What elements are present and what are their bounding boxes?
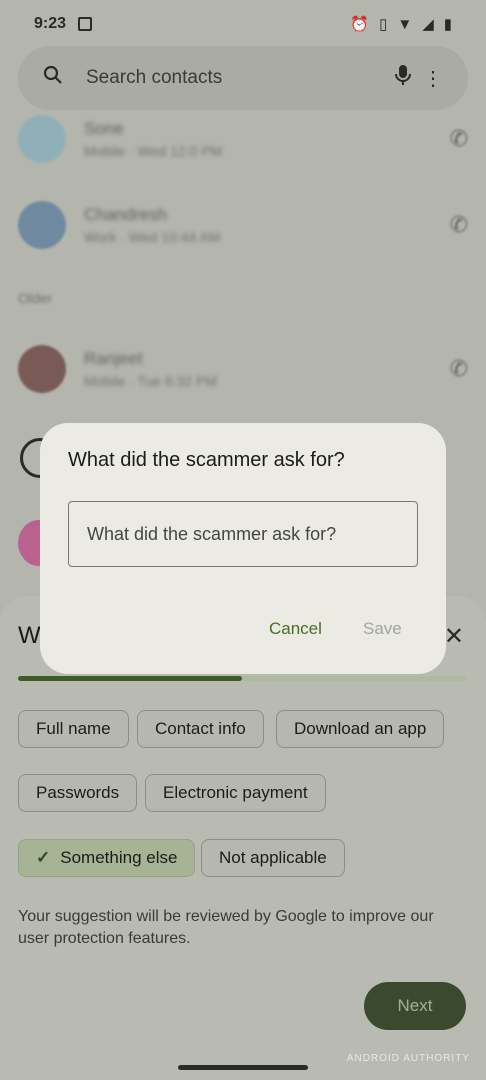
chip-label: Not applicable	[219, 848, 327, 867]
wifi-icon: ▼	[397, 15, 413, 33]
section-label: Older	[18, 290, 53, 306]
chip-passwords[interactable]: Passwords	[18, 774, 138, 812]
avatar	[18, 115, 66, 163]
list-item[interactable]: Chandresh Work · Wed 10:44 AM ✆	[0, 190, 486, 260]
save-button[interactable]: Save	[363, 619, 402, 639]
close-icon[interactable]: ✕	[444, 622, 464, 651]
battery-icon: ▮	[443, 16, 452, 33]
watermark: ANDROID AUTHORITY	[346, 1053, 470, 1064]
contact-name: Sone	[84, 119, 124, 138]
search-icon	[38, 65, 68, 91]
search-bar[interactable]: Search contacts ⋮	[18, 46, 468, 110]
more-vert-icon[interactable]: ⋮	[418, 66, 448, 91]
chip-label: Electronic payment	[163, 783, 308, 802]
chip-label: Full name	[36, 719, 111, 738]
progress-bar	[18, 676, 466, 681]
next-button[interactable]: Next	[364, 982, 466, 1030]
chip-contact-info[interactable]: Contact info	[137, 710, 264, 748]
sheet-title: W	[18, 622, 41, 649]
cancel-button[interactable]: Cancel	[269, 619, 322, 639]
disclaimer-text: Your suggestion will be reviewed by Goog…	[18, 908, 434, 947]
gesture-nav-handle[interactable]	[178, 1065, 308, 1070]
chip-label: Passwords	[36, 783, 120, 802]
check-icon: ✓	[36, 848, 51, 867]
contact-name: Ranjeet	[84, 349, 143, 368]
chip-download-app[interactable]: Download an app	[276, 710, 445, 748]
list-item[interactable]: Sone Mobile · Wed 12:0 PM ✆	[0, 104, 486, 174]
phone-icon[interactable]: ✆	[450, 126, 468, 152]
progress-fill	[18, 676, 242, 681]
scammer-request-dialog: What did the scammer ask for? Cancel Sav…	[40, 423, 446, 674]
status-bar: 9:23 ⏰ ▯ ▼ ◢ ▮	[0, 0, 486, 48]
status-icons: ⏰ ▯ ▼ ◢ ▮	[350, 15, 452, 34]
chip-label: Something else	[60, 848, 178, 867]
avatar	[18, 345, 66, 393]
contact-name: Chandresh	[84, 205, 168, 224]
chip-label: Contact info	[155, 719, 246, 738]
chip-something-else[interactable]: ✓ Something else	[18, 839, 196, 877]
dialog-title: What did the scammer ask for?	[68, 449, 345, 471]
gallery-icon	[78, 17, 93, 31]
mic-icon[interactable]	[388, 64, 418, 92]
signal-icon: ◢	[422, 16, 434, 33]
alarm-icon: ⏰	[350, 16, 370, 33]
chip-electronic-payment[interactable]: Electronic payment	[145, 774, 326, 812]
phone-icon[interactable]: ✆	[450, 356, 468, 382]
list-item[interactable]: Ranjeet Mobile · Tue 6:32 PM ✆	[0, 334, 486, 404]
chip-label: Download an app	[294, 719, 427, 738]
call-detail: Mobile · Tue 6:32 PM	[84, 373, 218, 389]
chip-not-applicable[interactable]: Not applicable	[201, 839, 345, 877]
scammer-request-input[interactable]	[68, 501, 418, 567]
call-detail: Mobile · Wed 12:0 PM	[84, 143, 223, 159]
vibrate-icon: ▯	[379, 16, 388, 33]
call-detail: Work · Wed 10:44 AM	[84, 229, 221, 245]
search-input[interactable]: Search contacts	[86, 67, 388, 89]
phone-icon[interactable]: ✆	[450, 212, 468, 238]
status-time: 9:23	[34, 15, 67, 32]
avatar	[18, 201, 66, 249]
chip-full-name[interactable]: Full name	[18, 710, 129, 748]
